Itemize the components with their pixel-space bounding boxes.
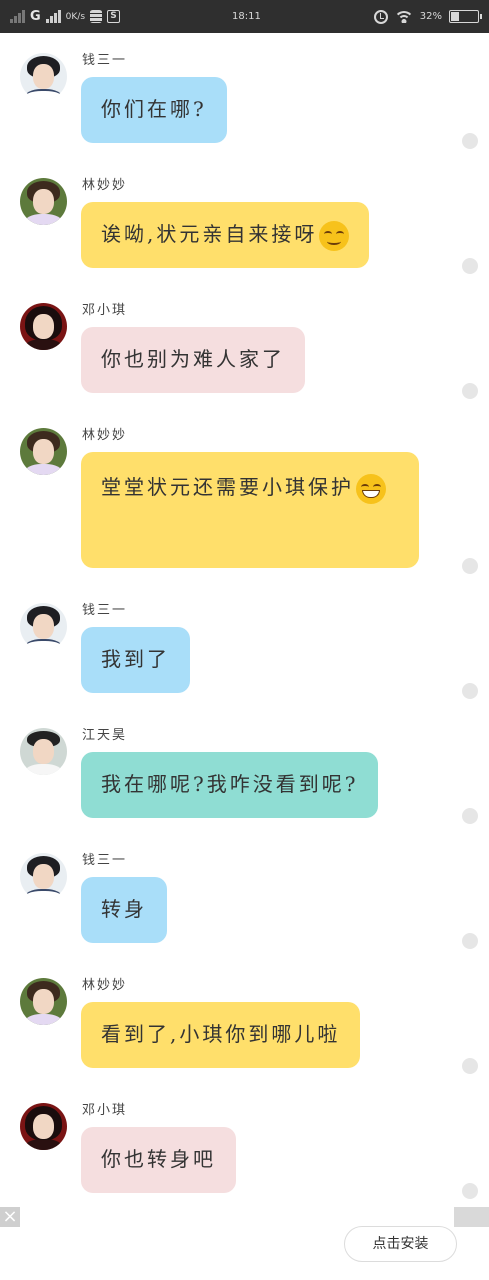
data-stack-icon bbox=[90, 10, 103, 23]
avatar[interactable] bbox=[20, 53, 67, 100]
message-bubble[interactable]: 你们在哪? bbox=[81, 77, 227, 143]
message-bubble[interactable]: 你也转身吧 bbox=[81, 1127, 236, 1193]
message-action-dot[interactable] bbox=[462, 808, 478, 824]
battery-icon bbox=[449, 10, 482, 23]
avatar[interactable] bbox=[20, 428, 67, 475]
sender-name: 钱三一 bbox=[82, 853, 128, 868]
message-text: 你也转身吧 bbox=[101, 1147, 216, 1171]
avatar[interactable] bbox=[20, 978, 67, 1025]
message-text: 你也别为难人家了 bbox=[101, 347, 285, 371]
message-text: 看到了,小琪你到哪儿啦 bbox=[101, 1022, 341, 1046]
message-text: 你们在哪? bbox=[101, 97, 207, 121]
sender-name: 邓小琪 bbox=[82, 303, 128, 318]
message-bubble[interactable]: 我到了 bbox=[81, 627, 190, 693]
message-action-dot[interactable] bbox=[462, 683, 478, 699]
message-action-dot[interactable] bbox=[462, 133, 478, 149]
install-button[interactable]: 点击安装 bbox=[344, 1226, 457, 1262]
message-action-dot[interactable] bbox=[462, 933, 478, 949]
smile-emoji-icon bbox=[319, 220, 350, 251]
ad-image-placeholder bbox=[454, 1207, 489, 1227]
battery-percent: 32% bbox=[419, 11, 442, 22]
message-bubble[interactable]: 堂堂状元还需要小琪保护 bbox=[81, 452, 419, 568]
alarm-icon bbox=[373, 9, 388, 24]
sender-name: 林妙妙 bbox=[82, 178, 128, 193]
message-text: 我到了 bbox=[101, 647, 170, 671]
message-text: 我在哪呢?我咋没看到呢? bbox=[101, 772, 359, 796]
message-action-dot[interactable] bbox=[462, 1058, 478, 1074]
message-bubble[interactable]: 你也别为难人家了 bbox=[81, 327, 305, 393]
message-bubble[interactable]: 诶呦,状元亲自来接呀 bbox=[81, 202, 370, 268]
sender-name: 邓小琪 bbox=[82, 1103, 128, 1118]
status-center-text: 18:11 bbox=[232, 11, 261, 22]
avatar[interactable] bbox=[20, 303, 67, 350]
message-text: 诶呦,状元亲自来接呀 bbox=[101, 222, 318, 246]
wifi-icon bbox=[394, 10, 413, 23]
message-bubble[interactable]: 看到了,小琪你到哪儿啦 bbox=[81, 1002, 361, 1068]
sender-name: 钱三一 bbox=[82, 603, 128, 618]
sender-name: 林妙妙 bbox=[82, 978, 128, 993]
avatar[interactable] bbox=[20, 178, 67, 225]
message-action-dot[interactable] bbox=[462, 383, 478, 399]
sender-name: 林妙妙 bbox=[82, 428, 128, 443]
status-bar: G 0K/s S 18:11 32% bbox=[0, 0, 489, 33]
signal-icon-sim2 bbox=[45, 10, 61, 23]
signal-icon-sim1 bbox=[10, 10, 25, 23]
avatar[interactable] bbox=[20, 603, 67, 650]
sender-name: 江天昊 bbox=[82, 728, 128, 743]
message-text: 堂堂状元还需要小琪保护 bbox=[101, 475, 354, 499]
grin-emoji-icon bbox=[356, 473, 386, 504]
ad-close-button[interactable]: × bbox=[0, 1207, 20, 1227]
avatar[interactable] bbox=[20, 1103, 67, 1150]
message-action-dot[interactable] bbox=[462, 1183, 478, 1199]
message-action-dot[interactable] bbox=[462, 258, 478, 274]
sender-name: 钱三一 bbox=[82, 53, 128, 68]
avatar[interactable] bbox=[20, 728, 67, 775]
message-bubble[interactable]: 我在哪呢?我咋没看到呢? bbox=[81, 752, 379, 818]
message-bubble[interactable]: 转身 bbox=[81, 877, 167, 943]
network-speed: 0K/s bbox=[65, 11, 86, 22]
message-action-dot[interactable] bbox=[462, 558, 478, 574]
message-text: 转身 bbox=[101, 897, 147, 921]
sim-icon: S bbox=[107, 10, 121, 23]
network-type-label: G bbox=[30, 9, 41, 24]
avatar[interactable] bbox=[20, 853, 67, 900]
